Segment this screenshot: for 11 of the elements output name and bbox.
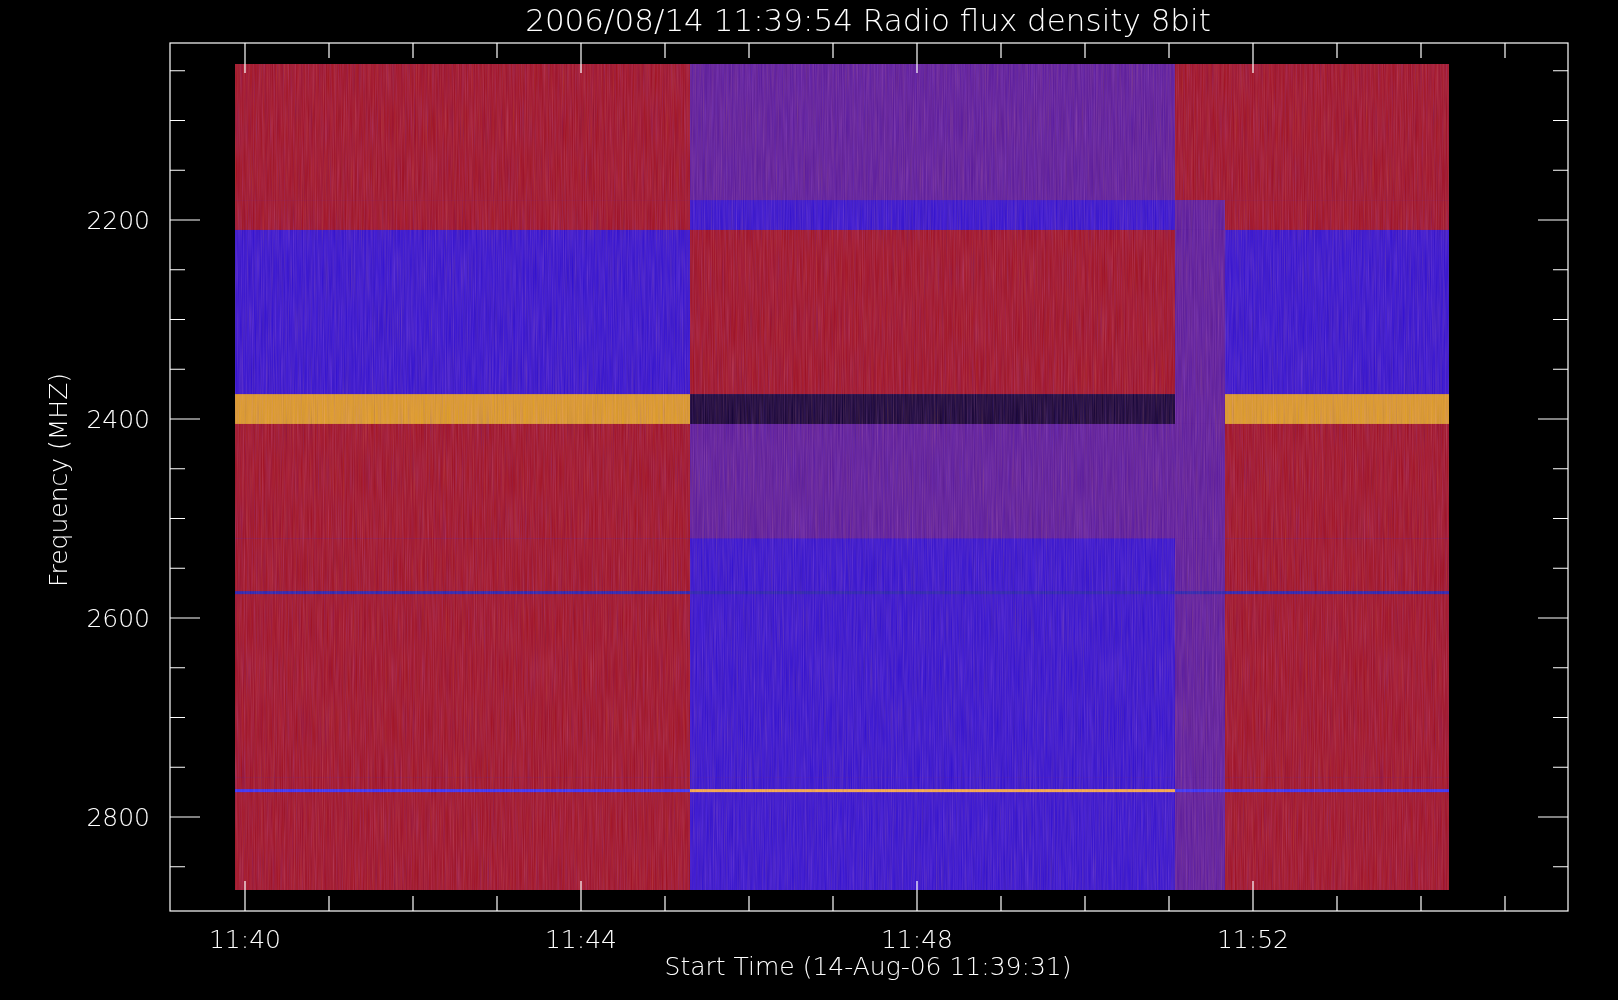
y-tick-label: 2400 <box>86 405 150 434</box>
x-axis-label: Start Time (14-Aug-06 11:39:31) <box>664 952 1072 981</box>
y-tick-label: 2200 <box>86 206 150 235</box>
y-axis-label: Frequency (MHZ) <box>44 372 73 588</box>
x-tick-label: 11:44 <box>545 925 617 954</box>
x-tick-label: 11:52 <box>1217 925 1289 954</box>
y-tick-label: 2800 <box>86 803 150 832</box>
x-tick-label: 11:40 <box>209 925 281 954</box>
y-tick-label: 2600 <box>86 604 150 633</box>
x-tick-label: 11:48 <box>881 925 953 954</box>
chart-title: 2006/08/14 11:39:54 Radio flux density 8bit <box>525 2 1211 38</box>
